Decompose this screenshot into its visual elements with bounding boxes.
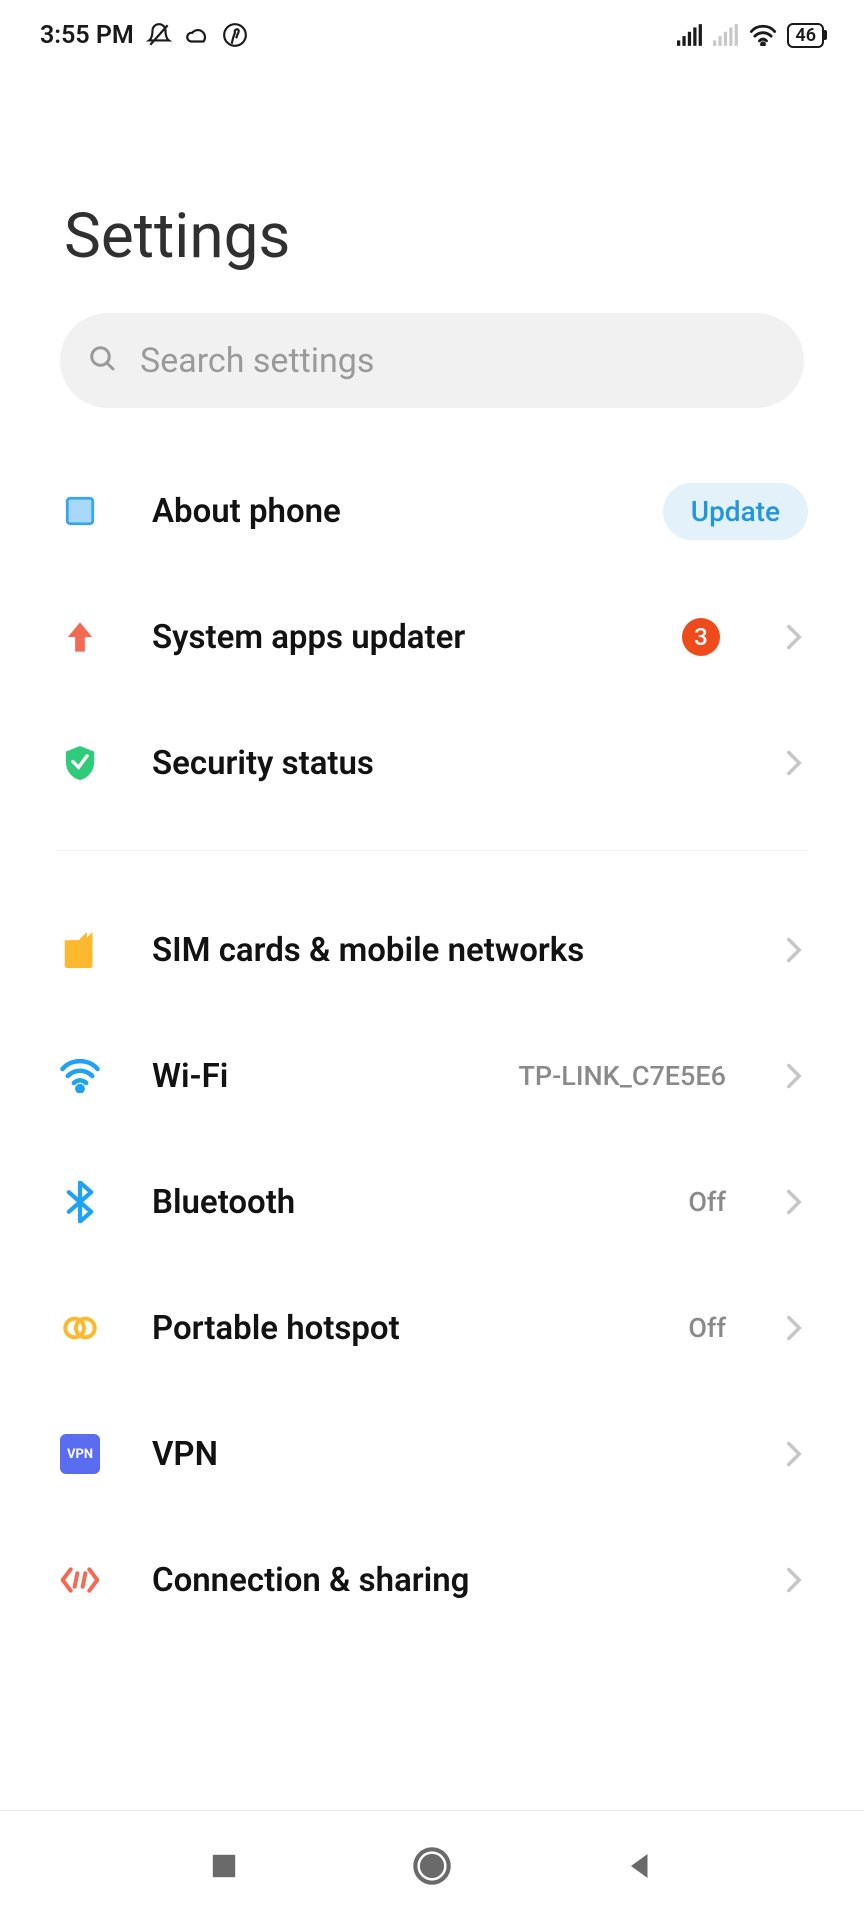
row-value: TP-LINK_C7E5E6 bbox=[518, 1060, 726, 1092]
row-vpn[interactable]: VPN VPN bbox=[56, 1391, 808, 1517]
vpn-icon: VPN bbox=[56, 1430, 104, 1478]
bluetooth-icon bbox=[56, 1178, 104, 1226]
row-label: Connection & sharing bbox=[152, 1561, 732, 1600]
chevron-right-icon bbox=[780, 936, 808, 964]
about-phone-icon bbox=[56, 487, 104, 535]
row-label: Portable hotspot bbox=[152, 1309, 640, 1348]
row-label: Wi-Fi bbox=[152, 1057, 470, 1096]
notification-mute-icon bbox=[146, 22, 172, 48]
row-bluetooth[interactable]: Bluetooth Off bbox=[56, 1139, 808, 1265]
pinterest-icon bbox=[222, 22, 248, 48]
chevron-right-icon bbox=[780, 1440, 808, 1468]
wifi-status-icon bbox=[749, 24, 777, 46]
row-about-phone[interactable]: About phone Update bbox=[56, 448, 808, 574]
signal-weak-icon bbox=[713, 24, 739, 46]
row-label: About phone bbox=[152, 492, 615, 531]
chevron-right-icon bbox=[780, 623, 808, 651]
row-wifi[interactable]: Wi-Fi TP-LINK_C7E5E6 bbox=[56, 1013, 808, 1139]
row-connection-sharing[interactable]: Connection & sharing bbox=[56, 1517, 808, 1643]
status-time: 3:55 PM bbox=[40, 21, 134, 50]
battery-level: 46 bbox=[795, 25, 816, 46]
row-system-updater[interactable]: System apps updater 3 bbox=[56, 574, 808, 700]
row-label: VPN bbox=[152, 1435, 732, 1474]
row-label: Security status bbox=[152, 744, 732, 783]
wifi-icon bbox=[56, 1052, 104, 1100]
nav-recent-button[interactable] bbox=[202, 1844, 246, 1888]
chevron-right-icon bbox=[780, 749, 808, 777]
row-value: Off bbox=[688, 1186, 726, 1218]
update-pill[interactable]: Update bbox=[663, 483, 808, 540]
chevron-right-icon bbox=[780, 1314, 808, 1342]
page-title: Settings bbox=[0, 70, 864, 313]
nav-home-button[interactable] bbox=[410, 1844, 454, 1888]
update-count-badge: 3 bbox=[682, 618, 720, 656]
chevron-right-icon bbox=[780, 1062, 808, 1090]
search-icon bbox=[88, 344, 118, 378]
signal-strong-icon bbox=[677, 24, 703, 46]
row-sim-cards[interactable]: SIM cards & mobile networks bbox=[56, 887, 808, 1013]
arrow-up-icon bbox=[56, 613, 104, 661]
row-value: Off bbox=[688, 1312, 726, 1344]
nav-bar bbox=[0, 1810, 864, 1920]
row-hotspot[interactable]: Portable hotspot Off bbox=[56, 1265, 808, 1391]
nav-back-button[interactable] bbox=[618, 1844, 662, 1888]
search-input[interactable]: Search settings bbox=[60, 313, 804, 408]
chevron-right-icon bbox=[780, 1566, 808, 1594]
sim-card-icon bbox=[56, 926, 104, 974]
status-bar: 3:55 PM bbox=[0, 0, 864, 70]
row-label: Bluetooth bbox=[152, 1183, 640, 1222]
shield-check-icon bbox=[56, 739, 104, 787]
search-placeholder: Search settings bbox=[140, 341, 374, 381]
chevron-right-icon bbox=[780, 1188, 808, 1216]
connection-sharing-icon bbox=[56, 1556, 104, 1604]
row-label: SIM cards & mobile networks bbox=[152, 931, 732, 970]
cloud-icon bbox=[184, 22, 210, 48]
divider bbox=[56, 850, 808, 851]
row-label: System apps updater bbox=[152, 618, 634, 657]
row-security-status[interactable]: Security status bbox=[56, 700, 808, 826]
battery-icon: 46 bbox=[787, 23, 824, 48]
hotspot-icon bbox=[56, 1304, 104, 1352]
